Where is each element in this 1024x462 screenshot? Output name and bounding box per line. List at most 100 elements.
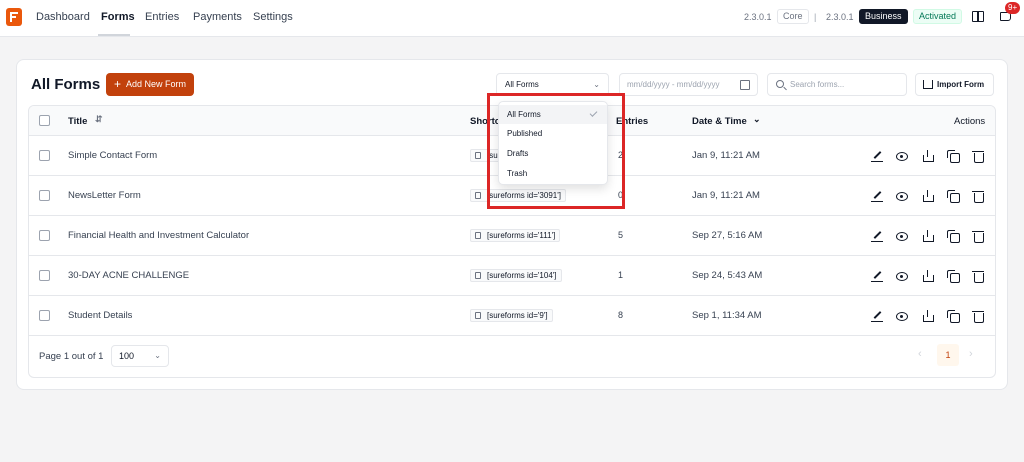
copy-icon bbox=[475, 312, 481, 319]
plus-icon: + bbox=[114, 77, 122, 91]
row-checkbox[interactable] bbox=[39, 190, 50, 201]
add-new-form-label: Add New Form bbox=[126, 79, 187, 89]
page-title: All Forms bbox=[31, 76, 101, 93]
chevron-down-icon: ⌄ bbox=[154, 351, 161, 360]
trash-icon[interactable] bbox=[972, 310, 984, 323]
version-separator: | bbox=[814, 12, 817, 22]
duplicate-icon[interactable] bbox=[947, 230, 960, 243]
prev-page-button[interactable]: ‹ bbox=[918, 348, 922, 360]
row-checkbox[interactable] bbox=[39, 310, 50, 321]
nav-payments[interactable]: Payments bbox=[193, 11, 242, 23]
export-icon[interactable] bbox=[922, 310, 934, 322]
business-version: 2.3.0.1 bbox=[826, 12, 854, 22]
nav-dashboard[interactable]: Dashboard bbox=[36, 11, 90, 23]
shortcode-chip[interactable]: [sureforms id='111'] bbox=[470, 229, 561, 242]
form-title-link[interactable]: NewsLetter Form bbox=[68, 190, 141, 201]
entries-count: 5 bbox=[618, 230, 624, 240]
form-date: Sep 27, 5:16 AM bbox=[692, 230, 763, 241]
sort-icon[interactable]: ⇵ bbox=[95, 114, 103, 125]
duplicate-icon[interactable] bbox=[947, 270, 960, 283]
form-date: Jan 9, 11:21 AM bbox=[692, 150, 760, 161]
select-all-checkbox[interactable] bbox=[39, 115, 50, 126]
copy-icon bbox=[475, 152, 481, 159]
edit-icon[interactable] bbox=[871, 150, 883, 162]
edit-icon[interactable] bbox=[871, 190, 883, 202]
column-title[interactable]: Title bbox=[68, 116, 87, 127]
form-title-link[interactable]: Financial Health and Investment Calculat… bbox=[68, 230, 249, 241]
trash-icon[interactable] bbox=[972, 270, 984, 283]
page-info: Page 1 out of 1 bbox=[39, 351, 104, 362]
import-icon bbox=[923, 80, 933, 89]
export-icon[interactable] bbox=[922, 270, 934, 282]
current-page-button[interactable]: 1 bbox=[937, 344, 959, 366]
form-date: Sep 1, 11:34 AM bbox=[692, 310, 762, 321]
shortcode-chip[interactable]: [sureforms id='104'] bbox=[470, 269, 562, 282]
sureforms-logo-icon[interactable] bbox=[6, 8, 22, 26]
duplicate-icon[interactable] bbox=[947, 310, 960, 323]
row-checkbox[interactable] bbox=[39, 230, 50, 241]
entries-count: 8 bbox=[618, 310, 624, 320]
per-page-value: 100 bbox=[119, 351, 135, 361]
status-filter-value: All Forms bbox=[505, 80, 539, 89]
date-range-input[interactable]: mm/dd/yyyy - mm/dd/yyyy bbox=[619, 73, 758, 96]
export-icon[interactable] bbox=[922, 230, 934, 242]
activated-badge: Activated bbox=[913, 9, 963, 24]
nav-settings[interactable]: Settings bbox=[253, 11, 293, 23]
eye-icon[interactable] bbox=[896, 310, 908, 322]
edit-icon[interactable] bbox=[871, 270, 883, 282]
shortcode-text: [sureforms id='111'] bbox=[487, 231, 556, 240]
row-checkbox[interactable] bbox=[39, 270, 50, 281]
duplicate-icon[interactable] bbox=[947, 150, 960, 163]
import-form-label: Import Form bbox=[937, 80, 985, 89]
table-row: 30-DAY ACNE CHALLENGE [sureforms id='104'… bbox=[29, 256, 995, 296]
add-new-form-button[interactable]: + Add New Form bbox=[106, 73, 194, 96]
export-icon[interactable] bbox=[922, 150, 934, 162]
nav-forms[interactable]: Forms bbox=[101, 11, 135, 23]
form-title-link[interactable]: 30-DAY ACNE CHALLENGE bbox=[68, 270, 189, 281]
form-date: Sep 24, 5:43 AM bbox=[692, 270, 763, 281]
form-date: Jan 9, 11:21 AM bbox=[692, 190, 760, 201]
edit-icon[interactable] bbox=[871, 230, 883, 242]
copy-icon bbox=[475, 232, 481, 239]
trash-icon[interactable] bbox=[972, 190, 984, 203]
trash-icon[interactable] bbox=[972, 230, 984, 243]
eye-icon[interactable] bbox=[896, 270, 908, 282]
copy-icon bbox=[475, 272, 481, 279]
eye-icon[interactable] bbox=[896, 190, 908, 202]
form-title-link[interactable]: Student Details bbox=[68, 310, 132, 321]
shortcode-chip[interactable]: [sureforms id='9'] bbox=[470, 309, 553, 322]
import-form-button[interactable]: Import Form bbox=[915, 73, 994, 96]
edit-icon[interactable] bbox=[871, 310, 883, 322]
nav-entries[interactable]: Entries bbox=[145, 11, 179, 23]
search-input[interactable]: Search forms... bbox=[767, 73, 907, 96]
per-page-select[interactable]: 100 ⌄ bbox=[111, 345, 169, 367]
export-icon[interactable] bbox=[922, 190, 934, 202]
core-version: 2.3.0.1 bbox=[744, 12, 772, 22]
table-row: Financial Health and Investment Calculat… bbox=[29, 216, 995, 256]
date-range-placeholder: mm/dd/yyyy - mm/dd/yyyy bbox=[627, 80, 720, 89]
search-icon bbox=[776, 80, 784, 88]
book-icon[interactable] bbox=[972, 11, 984, 22]
column-actions: Actions bbox=[954, 116, 986, 127]
entries-count: 1 bbox=[618, 270, 624, 280]
shortcode-text: [sureforms id='9'] bbox=[487, 311, 548, 320]
search-placeholder: Search forms... bbox=[790, 80, 845, 89]
top-nav: Dashboard Forms Entries Payments Setting… bbox=[0, 0, 1024, 37]
table-row: Student Details [sureforms id='9'] 8 Sep 1,… bbox=[29, 296, 995, 336]
core-badge: Core bbox=[777, 9, 809, 24]
duplicate-icon[interactable] bbox=[947, 190, 960, 203]
form-title-link[interactable]: Simple Contact Form bbox=[68, 150, 157, 161]
eye-icon[interactable] bbox=[896, 150, 908, 162]
active-tab-indicator bbox=[98, 34, 130, 36]
column-date[interactable]: Date & Time bbox=[692, 116, 747, 127]
calendar-icon bbox=[740, 80, 750, 90]
eye-icon[interactable] bbox=[896, 230, 908, 242]
trash-icon[interactable] bbox=[972, 150, 984, 163]
row-checkbox[interactable] bbox=[39, 150, 50, 161]
next-page-button[interactable]: › bbox=[969, 348, 973, 360]
chevron-down-icon[interactable]: ⌄ bbox=[753, 114, 761, 125]
notification-badge: 9+ bbox=[1005, 2, 1021, 14]
chevron-down-icon: ⌄ bbox=[593, 80, 600, 89]
highlight-annotation-box bbox=[487, 93, 625, 209]
shortcode-text: [sureforms id='104'] bbox=[487, 271, 557, 280]
